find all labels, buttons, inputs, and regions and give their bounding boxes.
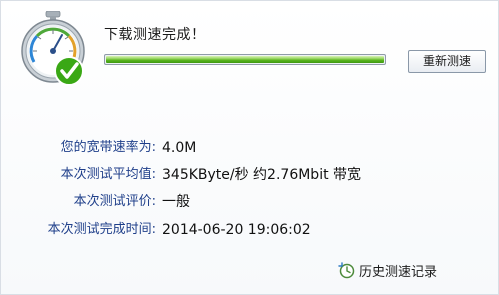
average-value: 345KByte/秒 约2.76Mbit 带宽 [162, 167, 362, 183]
status-title: 下载测速完成！ [104, 27, 206, 43]
speedtest-panel: 下载测速完成！ 重新测速 您的宽带速率为: 4.0M 本次测试平均值: 345K… [0, 0, 499, 295]
clock-arrow-icon [338, 261, 355, 278]
bandwidth-row: 您的宽带速率为: 4.0M [1, 137, 499, 159]
rating-value: 一般 [162, 194, 190, 210]
rating-row: 本次测试评价: 一般 [1, 191, 499, 213]
progress-fill [106, 56, 384, 63]
speed-gauge-icon [21, 11, 85, 86]
average-label: 本次测试平均值: [60, 167, 156, 182]
completion-time-value: 2014-06-20 19:06:02 [162, 222, 311, 238]
completion-time-label: 本次测试完成时间: [47, 222, 156, 237]
retest-button[interactable]: 重新测速 [408, 50, 486, 73]
rating-label: 本次测试评价: [73, 194, 156, 209]
completion-time-row: 本次测试完成时间: 2014-06-20 19:06:02 [1, 219, 499, 241]
average-row: 本次测试平均值: 345KByte/秒 约2.76Mbit 带宽 [1, 164, 499, 186]
check-badge-icon [54, 56, 84, 86]
history-records-link[interactable]: 历史测速记录 [338, 259, 437, 281]
bandwidth-label: 您的宽带速率为: [60, 140, 156, 155]
bandwidth-value: 4.0M [162, 140, 197, 156]
download-progress-bar [104, 54, 386, 65]
history-records-label: 历史测速记录 [359, 264, 438, 280]
